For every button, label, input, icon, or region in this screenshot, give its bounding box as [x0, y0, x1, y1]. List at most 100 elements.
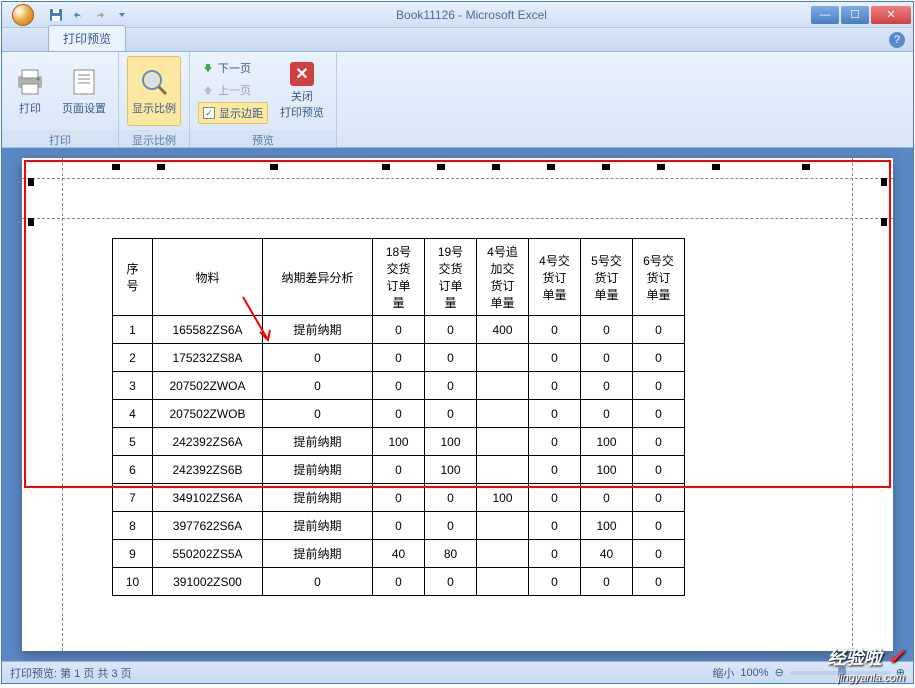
table-cell: 0	[633, 484, 685, 512]
table-cell: 0	[529, 540, 581, 568]
table-row: 9550202ZS5A提前纳期40800400	[113, 540, 685, 568]
ribbon-tabs: 打印预览 ?	[2, 28, 913, 52]
table-cell: 0	[633, 568, 685, 596]
table-cell	[477, 540, 529, 568]
table-cell: 100	[477, 484, 529, 512]
table-header-cell: 4号交货订单量	[529, 239, 581, 316]
table-cell: 0	[373, 316, 425, 344]
table-cell: 2	[113, 344, 153, 372]
status-page-info: 打印预览: 第 1 页 共 3 页	[10, 665, 712, 681]
table-cell: 0	[529, 344, 581, 372]
table-header-cell: 19号交货订单量	[425, 239, 477, 316]
zoom-out-button[interactable]: ⊖	[775, 666, 784, 679]
table-cell: 100	[581, 456, 633, 484]
table-cell: 0	[581, 568, 633, 596]
table-cell: 100	[425, 456, 477, 484]
table-cell: 242392ZS6A	[153, 428, 263, 456]
table-row: 4207502ZWOB000000	[113, 400, 685, 428]
table-cell: 207502ZWOB	[153, 400, 263, 428]
table-row: 10391002ZS00000000	[113, 568, 685, 596]
ribbon-group-zoom: 显示比例 显示比例	[119, 52, 190, 147]
table-cell: 0	[529, 400, 581, 428]
app-window: Book11126 - Microsoft Excel — ☐ ✕ 打印预览 ?…	[1, 1, 914, 684]
table-cell: 0	[373, 400, 425, 428]
printer-icon	[14, 66, 46, 98]
table-cell: 0	[633, 316, 685, 344]
table-header-cell: 4号追加交货订单量	[477, 239, 529, 316]
table-row: 6242392ZS6B提前纳期010001000	[113, 456, 685, 484]
zoom-in-button[interactable]: ⊕	[896, 666, 905, 679]
table-cell: 0	[425, 316, 477, 344]
table-cell: 0	[425, 512, 477, 540]
table-cell: 100	[581, 428, 633, 456]
window-title: Book11126 - Microsoft Excel	[132, 8, 811, 22]
print-button[interactable]: 打印	[10, 56, 50, 126]
table-header-cell: 5号交货订单量	[581, 239, 633, 316]
table-header-cell: 物料	[153, 239, 263, 316]
undo-icon[interactable]	[68, 5, 88, 25]
table-cell: 6	[113, 456, 153, 484]
table-cell: 0	[633, 512, 685, 540]
table-cell: 40	[373, 540, 425, 568]
table-cell: 0	[529, 316, 581, 344]
table-cell: 0	[529, 372, 581, 400]
table-cell: 0	[263, 344, 373, 372]
table-cell: 8	[113, 512, 153, 540]
preview-workspace: 序号物料纳期差异分析18号交货订单量19号交货订单量4号追加交货订单量4号交货订…	[2, 148, 913, 661]
qat-dropdown-icon[interactable]	[112, 5, 132, 25]
prev-page-button[interactable]: 上一页	[198, 80, 268, 100]
zoom-button[interactable]: 显示比例	[127, 56, 181, 126]
table-cell: 100	[581, 512, 633, 540]
close-button[interactable]: ✕	[871, 6, 911, 24]
table-cell: 0	[581, 372, 633, 400]
next-page-button[interactable]: 下一页	[198, 58, 268, 78]
table-cell: 0	[633, 456, 685, 484]
table-cell: 1	[113, 316, 153, 344]
zoom-slider[interactable]	[790, 671, 890, 675]
table-cell: 242392ZS6B	[153, 456, 263, 484]
office-button[interactable]	[4, 3, 42, 27]
table-cell: 0	[373, 568, 425, 596]
preview-page[interactable]: 序号物料纳期差异分析18号交货订单量19号交货订单量4号追加交货订单量4号交货订…	[22, 158, 893, 651]
table-cell: 提前纳期	[263, 484, 373, 512]
redo-icon[interactable]	[90, 5, 110, 25]
table-cell: 0	[633, 428, 685, 456]
window-controls: — ☐ ✕	[811, 6, 911, 24]
ribbon: 打印 页面设置 打印 显示比例 显示比例	[2, 52, 913, 148]
magnifier-icon	[138, 66, 170, 98]
table-cell: 5	[113, 428, 153, 456]
page-setup-button[interactable]: 页面设置	[58, 56, 110, 126]
table-cell: 0	[529, 512, 581, 540]
table-row: 83977622S6A提前纳期0001000	[113, 512, 685, 540]
table-cell: 550202ZS5A	[153, 540, 263, 568]
table-cell: 0	[425, 400, 477, 428]
help-icon[interactable]: ?	[889, 32, 905, 48]
maximize-button[interactable]: ☐	[841, 6, 869, 24]
table-cell: 0	[581, 344, 633, 372]
table-cell: 0	[373, 344, 425, 372]
table-cell: 0	[373, 512, 425, 540]
zoom-percentage: 100%	[740, 667, 768, 679]
table-header-cell: 纳期差异分析	[263, 239, 373, 316]
table-row: 7349102ZS6A提前纳期00100000	[113, 484, 685, 512]
table-row: 2175232ZS8A000000	[113, 344, 685, 372]
table-cell: 0	[373, 456, 425, 484]
table-cell: 175232ZS8A	[153, 344, 263, 372]
status-bar: 打印预览: 第 1 页 共 3 页 缩小 100% ⊖ ⊕	[2, 661, 913, 683]
tab-print-preview[interactable]: 打印预览	[48, 25, 126, 51]
show-margins-checkbox[interactable]: ✓ 显示边距	[198, 102, 268, 124]
table-cell: 0	[633, 540, 685, 568]
minimize-button[interactable]: —	[811, 6, 839, 24]
close-preview-button[interactable]: ✕ 关闭 打印预览	[276, 56, 328, 126]
table-cell: 3977622S6A	[153, 512, 263, 540]
table-cell: 3	[113, 372, 153, 400]
quick-access-toolbar	[46, 5, 132, 25]
table-cell: 0	[581, 316, 633, 344]
table-header-cell: 序号	[113, 239, 153, 316]
table-cell: 0	[633, 344, 685, 372]
save-icon[interactable]	[46, 5, 66, 25]
table-cell: 391002ZS00	[153, 568, 263, 596]
table-row: 5242392ZS6A提前纳期10010001000	[113, 428, 685, 456]
table-cell: 0	[581, 484, 633, 512]
table-row: 3207502ZWOA000000	[113, 372, 685, 400]
